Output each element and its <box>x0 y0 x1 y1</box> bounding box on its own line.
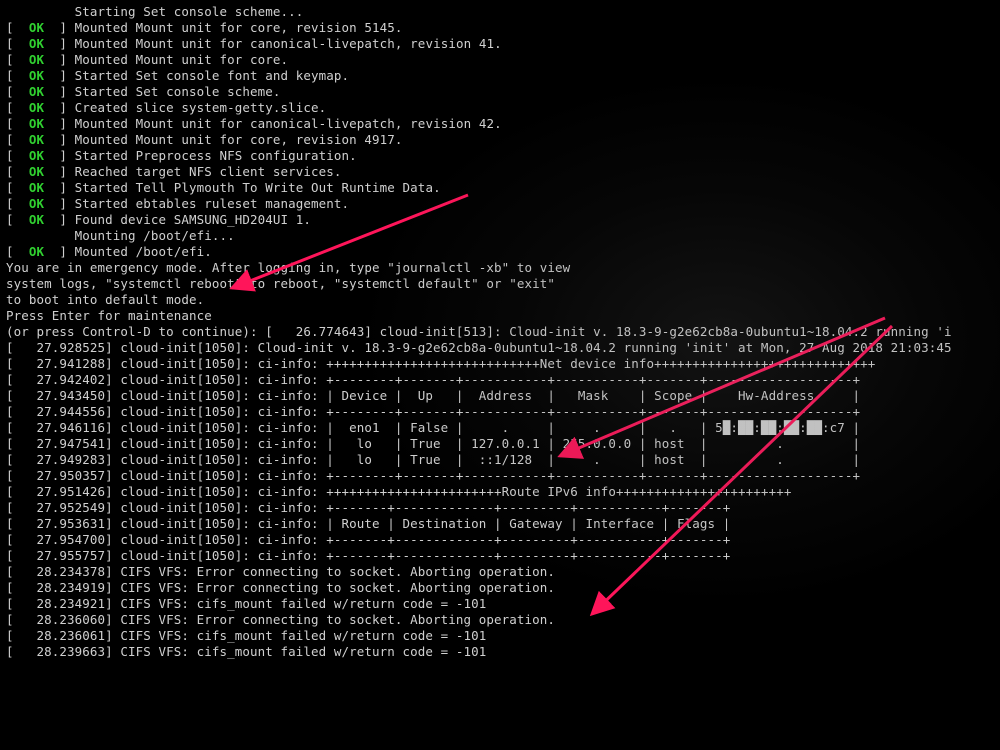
ci-info-line: [ 27.954700] cloud-init[1050]: ci-info: … <box>6 532 994 548</box>
boot-line: [ OK ] Mounted Mount unit for core. <box>6 52 994 68</box>
boot-line: [ OK ] Reached target NFS client service… <box>6 164 994 180</box>
ci-info-line: [ 27.943450] cloud-init[1050]: ci-info: … <box>6 388 994 404</box>
cifs-error-line: [ 28.236061] CIFS VFS: cifs_mount failed… <box>6 628 994 644</box>
ci-info-line: [ 27.949283] cloud-init[1050]: ci-info: … <box>6 452 994 468</box>
boot-line: [ OK ] Found device SAMSUNG_HD204UI 1. <box>6 212 994 228</box>
boot-line: [ OK ] Started ebtables ruleset manageme… <box>6 196 994 212</box>
cifs-error-line: [ 28.236060] CIFS VFS: Error connecting … <box>6 612 994 628</box>
ci-info-line: [ 27.941288] cloud-init[1050]: ci-info: … <box>6 356 994 372</box>
emergency-line: (or press Control-D to continue): [ 26.7… <box>6 324 994 340</box>
ci-info-line: [ 27.955757] cloud-init[1050]: ci-info: … <box>6 548 994 564</box>
ci-info-line: [ 27.946116] cloud-init[1050]: ci-info: … <box>6 420 994 436</box>
boot-line: Starting Set console scheme... <box>6 4 994 20</box>
emergency-line: Press Enter for maintenance <box>6 308 994 324</box>
boot-line: [ OK ] Started Set console font and keym… <box>6 68 994 84</box>
ci-info-line: [ 27.951426] cloud-init[1050]: ci-info: … <box>6 484 994 500</box>
cifs-error-line: [ 28.234378] CIFS VFS: Error connecting … <box>6 564 994 580</box>
boot-line: [ OK ] Started Tell Plymouth To Write Ou… <box>6 180 994 196</box>
boot-line: [ OK ] Mounted Mount unit for core, revi… <box>6 132 994 148</box>
emergency-line: system logs, "systemctl reboot" to reboo… <box>6 276 994 292</box>
boot-line: [ OK ] Mounted Mount unit for core, revi… <box>6 20 994 36</box>
boot-line: [ OK ] Created slice system-getty.slice. <box>6 100 994 116</box>
cifs-error-line: [ 28.234921] CIFS VFS: cifs_mount failed… <box>6 596 994 612</box>
ci-info-line: [ 27.942402] cloud-init[1050]: ci-info: … <box>6 372 994 388</box>
emergency-line: to boot into default mode. <box>6 292 994 308</box>
boot-line: Mounting /boot/efi... <box>6 228 994 244</box>
cifs-error-line: [ 28.234919] CIFS VFS: Error connecting … <box>6 580 994 596</box>
boot-line: [ OK ] Mounted Mount unit for canonical-… <box>6 116 994 132</box>
ci-info-line: [ 27.950357] cloud-init[1050]: ci-info: … <box>6 468 994 484</box>
ci-info-line: [ 27.947541] cloud-init[1050]: ci-info: … <box>6 436 994 452</box>
ci-info-line: [ 27.953631] cloud-init[1050]: ci-info: … <box>6 516 994 532</box>
emergency-line: You are in emergency mode. After logging… <box>6 260 994 276</box>
ci-info-line: [ 27.944556] cloud-init[1050]: ci-info: … <box>6 404 994 420</box>
boot-line: [ OK ] Mounted Mount unit for canonical-… <box>6 36 994 52</box>
cifs-error-line: [ 28.239663] CIFS VFS: cifs_mount failed… <box>6 644 994 660</box>
cloud-init-intro: [ 27.928525] cloud-init[1050]: Cloud-ini… <box>6 340 994 356</box>
boot-line: [ OK ] Started Set console scheme. <box>6 84 994 100</box>
ci-info-line: [ 27.952549] cloud-init[1050]: ci-info: … <box>6 500 994 516</box>
boot-line: [ OK ] Started Preprocess NFS configurat… <box>6 148 994 164</box>
boot-line: [ OK ] Mounted /boot/efi. <box>6 244 994 260</box>
boot-console: Starting Set console scheme...[ OK ] Mou… <box>0 0 1000 664</box>
